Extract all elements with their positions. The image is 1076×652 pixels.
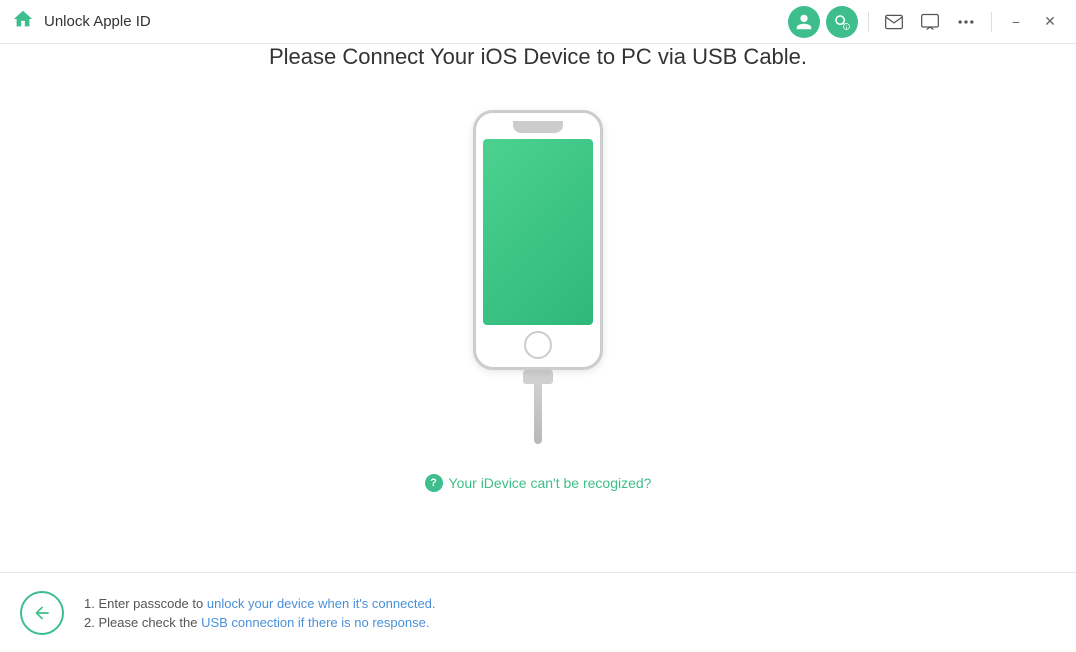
- home-icon[interactable]: [12, 8, 34, 35]
- titlebar-left: Unlock Apple ID: [12, 8, 151, 35]
- separator: [868, 12, 869, 32]
- question-icon: ?: [425, 474, 443, 492]
- usb-cable: [523, 370, 553, 444]
- titlebar-right: i − ✕: [788, 6, 1064, 38]
- help-link-text: Your iDevice can't be recogized?: [449, 475, 652, 491]
- phone-body: [473, 110, 603, 370]
- mail-icon[interactable]: [879, 7, 909, 37]
- tip2-link[interactable]: USB connection if there is no response.: [201, 615, 429, 630]
- tip2-prefix: 2. Please check the: [84, 615, 201, 630]
- user-avatar-icon[interactable]: [788, 6, 820, 38]
- phone-notch: [513, 121, 563, 133]
- separator2: [991, 12, 992, 32]
- footer: 1. Enter passcode to unlock your device …: [0, 572, 1076, 652]
- usb-connector: [523, 370, 553, 384]
- back-button[interactable]: [20, 591, 64, 635]
- svg-text:i: i: [846, 24, 847, 29]
- tip-1: 1. Enter passcode to unlock your device …: [84, 596, 436, 611]
- phone-illustration: [473, 110, 603, 444]
- app-title: Unlock Apple ID: [44, 13, 151, 30]
- close-button[interactable]: ✕: [1036, 8, 1064, 36]
- chat-icon[interactable]: [915, 7, 945, 37]
- phone-home-button: [524, 331, 552, 359]
- main-heading: Please Connect Your iOS Device to PC via…: [269, 44, 807, 70]
- tip1-prefix: 1. Enter passcode to: [84, 596, 207, 611]
- phone-screen: [483, 139, 593, 325]
- search-tool-icon[interactable]: i: [826, 6, 858, 38]
- footer-tips: 1. Enter passcode to unlock your device …: [84, 596, 436, 630]
- minimize-button[interactable]: −: [1002, 8, 1030, 36]
- usb-wire: [534, 384, 542, 444]
- menu-icon[interactable]: [951, 7, 981, 37]
- tip1-link[interactable]: unlock your device when it's connected.: [207, 596, 436, 611]
- main-content: Please Connect Your iOS Device to PC via…: [0, 44, 1076, 572]
- tip-2: 2. Please check the USB connection if th…: [84, 615, 436, 630]
- help-link[interactable]: ? Your iDevice can't be recogized?: [425, 474, 652, 492]
- titlebar: Unlock Apple ID i: [0, 0, 1076, 44]
